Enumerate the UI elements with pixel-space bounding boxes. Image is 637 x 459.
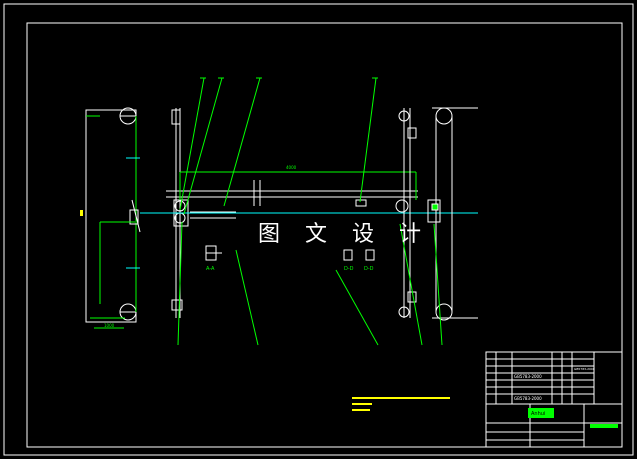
hatch-mark [80,210,83,216]
title-stamp [590,424,618,428]
section-label-d1: D-D [344,266,354,272]
left-belt-assembly [85,107,141,329]
drawing-no-1: GB5783-2000 [514,374,542,379]
right-belt-assembly [427,107,478,321]
crossbeam [140,171,478,219]
company-name: Anhui [531,411,545,417]
watermark: 图 文 设 计 [258,222,430,247]
technical-notes [352,397,450,411]
section-label-a: A-A [206,266,215,272]
section-label-d2: D-D [364,266,374,272]
section-view-a [205,245,222,261]
title-block [485,351,623,448]
drawing-no-3: GB5783-2000 [574,367,595,371]
drawing-no-2: GB5783-2000 [514,396,542,401]
dim-span: 4000 [286,165,297,170]
dim-bottom: 1000 [104,323,115,328]
section-view-d [343,249,375,261]
